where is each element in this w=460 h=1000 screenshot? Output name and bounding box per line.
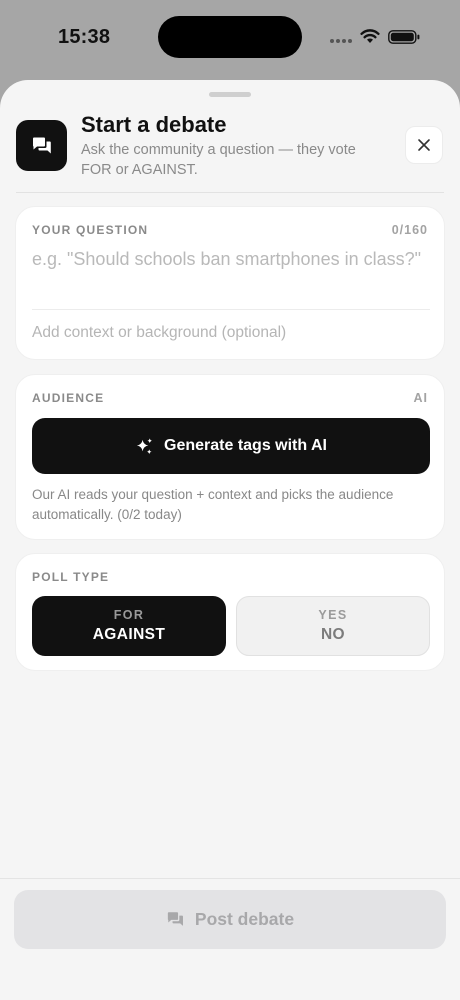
- chat-bubbles-icon: [16, 120, 67, 171]
- cellular-signal-icon: [330, 39, 352, 43]
- audience-card: AUDIENCE AI Generate tags with AI Our AI…: [15, 374, 445, 540]
- wifi-icon: [360, 29, 380, 43]
- character-counter: 0/160: [391, 223, 428, 237]
- status-icons: [330, 28, 430, 48]
- poll-option-bottom-label: NO: [320, 626, 346, 643]
- audience-label: AUDIENCE: [32, 391, 105, 405]
- post-debate-button[interactable]: Post debate: [14, 890, 446, 949]
- status-bar: 15:38: [0, 0, 460, 78]
- footer-divider: [0, 878, 460, 879]
- header-divider: [16, 192, 444, 193]
- generate-tags-label: Generate tags with AI: [164, 437, 327, 454]
- poll-option-yes-no[interactable]: YES NO: [236, 596, 430, 656]
- poll-type-card: POLL TYPE FOR AGAINST YES NO: [15, 553, 445, 671]
- dynamic-island: [158, 16, 302, 58]
- page-title: Start a debate: [81, 112, 227, 137]
- bottom-sheet: Start a debate Ask the community a quest…: [0, 80, 460, 1000]
- battery-icon: [388, 30, 420, 44]
- ai-badge: AI: [413, 391, 428, 405]
- poll-option-bottom-label: AGAINST: [92, 626, 166, 643]
- post-debate-label: Post debate: [194, 909, 295, 929]
- close-icon: [418, 139, 430, 151]
- poll-option-top-label: FOR: [113, 608, 145, 622]
- question-divider: [32, 309, 430, 310]
- context-input[interactable]: Add context or background (optional): [32, 324, 430, 342]
- chat-bubbles-icon: [167, 912, 183, 926]
- question-card: YOUR QUESTION 0/160 e.g. "Should schools…: [15, 206, 445, 360]
- poll-type-label: POLL TYPE: [32, 570, 110, 584]
- sheet-grabber[interactable]: [209, 92, 251, 97]
- sparkles-icon: [136, 437, 153, 454]
- question-label: YOUR QUESTION: [32, 223, 149, 237]
- poll-option-top-label: YES: [318, 608, 348, 622]
- page-subtitle: Ask the community a question — they vote…: [81, 142, 356, 178]
- generate-tags-button[interactable]: Generate tags with AI: [32, 418, 430, 474]
- audience-help-text: Our AI reads your question + context and…: [32, 487, 394, 522]
- close-button[interactable]: [405, 126, 443, 164]
- question-input[interactable]: e.g. "Should schools ban smartphones in …: [32, 247, 430, 272]
- status-time: 15:38: [58, 26, 111, 48]
- poll-option-for-against[interactable]: FOR AGAINST: [32, 596, 226, 656]
